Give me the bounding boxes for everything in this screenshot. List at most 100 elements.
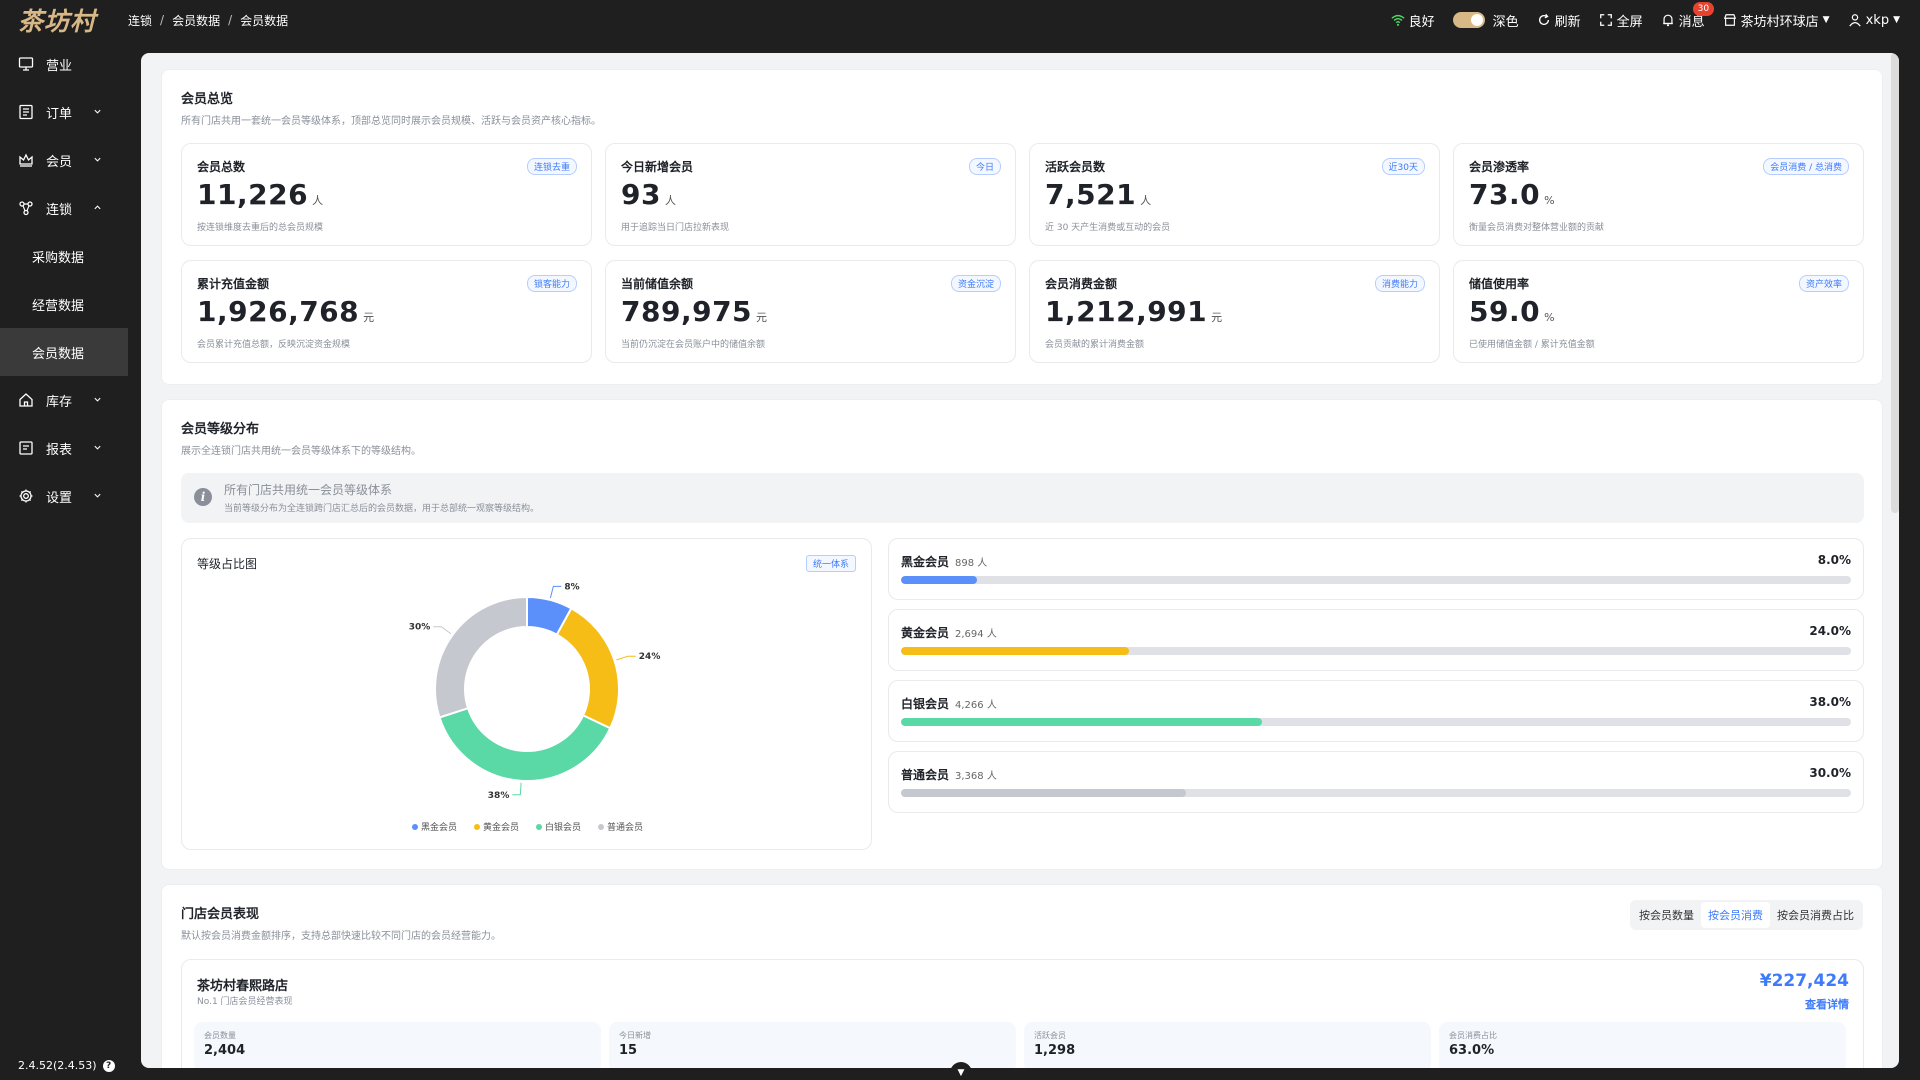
sidebar-item-inventory[interactable]: 库存 [0,376,128,424]
sidebar-item-business[interactable]: 营业 [0,40,128,88]
store-selector[interactable]: 茶坊村环球店 ▼ [1723,11,1830,30]
sidebar-item-label: 报表 [46,442,73,458]
donut-label-line [549,585,562,599]
breadcrumb-separator: / [228,13,233,27]
tab-by-member-spending[interactable]: 按会员消费 [1701,902,1770,928]
sidebar-item-label: 会员 [46,154,73,170]
legend-item[interactable]: 黄金会员 [474,821,519,833]
level-count: 2,694 人 [955,629,997,640]
app-logo[interactable]: 茶坊村 [0,2,128,38]
stat-tag: 资金沉淀 [950,275,1001,292]
metric-label: 今日新增 [619,1031,651,1040]
legend-label: 白银会员 [545,821,581,833]
version-label: 2.4.52(2.4.53) [18,1059,97,1072]
sidebar-item-orders[interactable]: 订单 [0,88,128,136]
theme-switch[interactable] [1452,12,1485,28]
metric-value: 1,298 [1034,1043,1076,1058]
breadcrumb-item[interactable]: 会员数据 [172,12,220,29]
level-progress-track [901,647,1851,655]
stat-value: 1,212,991 [1045,295,1208,328]
level-percent: 24.0% [1809,624,1851,638]
stat-card: 会员消费金额 消费能力 1,212,991 元会员贡献的累计消费金额 [1029,260,1440,363]
stat-card: 储值使用率 资产效率 59.0% 已使用储值金额 / 累计充值金额 [1453,260,1864,363]
fullscreen-icon [1599,14,1612,26]
network-status: 良好 [1390,11,1435,30]
refresh-button[interactable]: 刷新 [1537,11,1581,30]
legend-label: 黑金会员 [421,821,457,833]
section-title: 会员等级分布 [181,422,260,437]
member-level-section: 会员等级分布 展示全连锁门店共用统一会员等级体系下的等级结构。 i 所有门店共用… [161,399,1883,870]
level-row: 白银会员 4,266 人 38.0% [888,680,1864,742]
legend-item[interactable]: 普通会员 [598,821,643,833]
fullscreen-button[interactable]: 全屏 [1599,11,1643,30]
level-name-wrap: 黄金会员 2,694 人 [901,624,997,641]
collapse-handle-icon[interactable]: ▼ [950,1062,972,1080]
stat-value: 73.0 [1469,178,1541,211]
gear-icon [19,489,33,503]
version-info: 2.4.52(2.4.53) ? [18,1059,115,1072]
messages-badge: 30 [1692,1,1715,16]
stat-tag: 连锁去重 [526,158,577,175]
messages-button[interactable]: 消息 30 [1661,1,1715,30]
top-bar: 茶坊村 连锁 / 会员数据 / 会员数据 良好 深色 刷新 全屏 消息 30 茶… [0,0,1920,40]
stat-unit: % [1544,194,1556,207]
metric-value: 63.0% [1449,1043,1495,1058]
sidebar-item-chain[interactable]: 连锁 [0,184,128,232]
user-menu[interactable]: xkp ▼ [1848,13,1900,28]
sidebar-subitem-operation-data[interactable]: 经营数据 [0,280,128,328]
metric-label: 会员消费占比 [1449,1031,1497,1040]
stat-unit: 元 [1211,311,1223,324]
store-card: 茶坊村春熙路店 No.1 门店会员经营表现 ¥227,424 查看详情 会员数量… [181,959,1864,1068]
stat-tag: 近30天 [1381,158,1425,175]
stat-unit: % [1544,311,1556,324]
breadcrumb-item[interactable]: 连锁 [128,12,152,29]
sidebar-subitem-member-data[interactable]: 会员数据 [0,328,128,376]
stat-card: 当前储值余额 资金沉淀 789,975 元当前仍沉淀在会员账户中的储值余额 [605,260,1016,363]
stat-tag: 锁客能力 [526,275,577,292]
help-icon[interactable]: ? [102,1059,115,1072]
donut-label-line [616,655,636,661]
level-count: 4,266 人 [955,700,997,711]
stat-unit: 人 [1140,194,1152,207]
sidebar-item-members[interactable]: 会员 [0,136,128,184]
donut-slice[interactable] [434,595,528,719]
monitor-icon [18,57,34,71]
section-title: 会员总览 [181,92,234,107]
level-name: 黑金会员 [901,555,950,569]
donut-label-line [512,782,522,796]
level-progress-fill [901,789,1186,797]
level-count: 898 人 [955,558,988,569]
sidebar-item-label: 库存 [46,394,73,410]
scrollbar[interactable] [1891,53,1899,513]
tab-by-member-count[interactable]: 按会员数量 [1632,902,1701,928]
donut-slice[interactable] [438,706,612,782]
level-name: 白银会员 [901,697,950,711]
level-name-wrap: 白银会员 4,266 人 [901,695,997,712]
crown-icon [19,153,33,167]
stat-desc: 近 30 天产生消费或互动的会员 [1045,223,1171,233]
level-percent: 30.0% [1809,766,1851,780]
sidebar-subitem-purchase-data[interactable]: 采购数据 [0,232,128,280]
view-details-link[interactable]: 查看详情 [1805,996,1849,1012]
legend-item[interactable]: 黑金会员 [412,821,457,833]
fullscreen-label: 全屏 [1616,14,1643,30]
chevron-up-icon [94,205,101,210]
refresh-label: 刷新 [1554,14,1581,30]
tab-by-spending-share[interactable]: 按会员消费占比 [1770,902,1861,928]
info-icon: i [194,488,212,506]
store-name: 茶坊村春熙路店 [197,979,289,994]
sidebar-item-settings[interactable]: 设置 [0,472,128,520]
breadcrumb: 连锁 / 会员数据 / 会员数据 [128,12,288,29]
home-icon [19,393,33,407]
theme-toggle[interactable]: 深色 [1452,11,1519,30]
donut-label-line [433,626,452,635]
donut-data-label: 8% [564,582,579,592]
stat-card: 今日新增会员 今日 93 人用于追踪当日门店拉新表现 [605,143,1016,246]
legend-item[interactable]: 白银会员 [536,821,581,833]
sidebar-item-reports[interactable]: 报表 [0,424,128,472]
stat-unit: 元 [363,311,375,324]
donut-slice[interactable] [555,607,620,730]
member-overview-section: 会员总览 所有门店共用一套统一会员等级体系，顶部总览同时展示会员规模、活跃与会员… [161,69,1883,385]
level-name: 黄金会员 [901,626,950,640]
stat-unit: 人 [664,194,677,207]
